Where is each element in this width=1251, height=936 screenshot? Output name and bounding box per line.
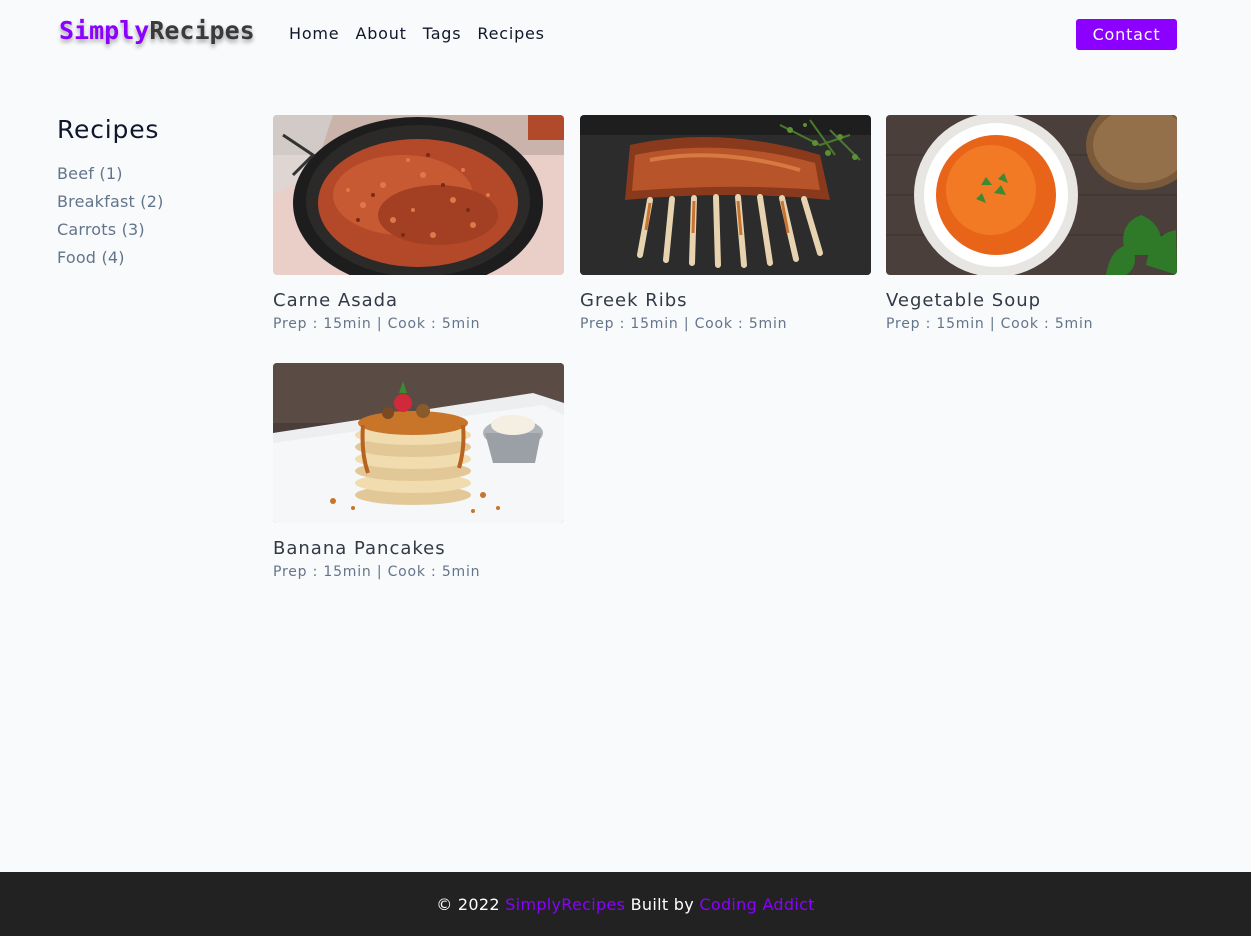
footer: © 2022 SimplyRecipes Built by Coding Add… bbox=[0, 872, 1251, 936]
page: SimplyRecipes Home About Tags Recipes Co… bbox=[0, 0, 1251, 936]
footer-built-by: Built by bbox=[625, 894, 700, 914]
logo-text-recipes: Recipes bbox=[149, 16, 255, 45]
recipe-image-banana-pancakes[interactable] bbox=[273, 363, 564, 523]
nav-link-about[interactable]: About bbox=[355, 24, 406, 43]
recipe-title: Banana Pancakes bbox=[273, 538, 446, 559]
contact-button[interactable]: Contact bbox=[1076, 19, 1177, 50]
recipe-title: Vegetable Soup bbox=[886, 290, 1042, 311]
recipe-time-info: Prep : 15min | Cook : 5min bbox=[273, 564, 481, 580]
recipe-card[interactable]: Greek Ribs Prep : 15min | Cook : 5min bbox=[580, 115, 871, 333]
recipe-title: Greek Ribs bbox=[580, 290, 688, 311]
recipe-card[interactable]: Carne Asada Prep : 15min | Cook : 5min bbox=[273, 115, 564, 333]
tomato-soup-bowl-photo bbox=[886, 115, 1177, 275]
nav-link-recipes[interactable]: Recipes bbox=[477, 24, 544, 43]
recipe-card[interactable]: Banana Pancakes Prep : 15min | Cook : 5m… bbox=[273, 363, 564, 581]
tag-link-food[interactable]: Food (4) bbox=[57, 244, 247, 272]
recipe-time-info: Prep : 15min | Cook : 5min bbox=[273, 316, 481, 332]
recipe-image-greek-ribs[interactable] bbox=[580, 115, 871, 275]
recipe-time-info: Prep : 15min | Cook : 5min bbox=[580, 316, 788, 332]
footer-brand-link[interactable]: SimplyRecipes bbox=[505, 895, 625, 914]
recipe-card[interactable]: Vegetable Soup Prep : 15min | Cook : 5mi… bbox=[886, 115, 1177, 333]
tag-link-breakfast[interactable]: Breakfast (2) bbox=[57, 188, 247, 216]
tags-sidebar: Recipes Beef (1) Breakfast (2) Carrots (… bbox=[57, 114, 247, 272]
fried-meat-pan-photo bbox=[273, 115, 564, 275]
grilled-ribs-photo bbox=[580, 115, 871, 275]
logo-text-simply: Simply bbox=[59, 16, 150, 45]
footer-author-link[interactable]: Coding Addict bbox=[699, 895, 814, 914]
recipe-time-info: Prep : 15min | Cook : 5min bbox=[886, 316, 1094, 332]
nav-links: Home About Tags Recipes bbox=[289, 24, 545, 43]
pancake-stack-photo bbox=[273, 363, 564, 523]
nav-link-tags[interactable]: Tags bbox=[423, 24, 462, 43]
recipe-image-carne-asada[interactable] bbox=[273, 115, 564, 275]
recipe-image-vegetable-soup[interactable] bbox=[886, 115, 1177, 275]
navbar: SimplyRecipes Home About Tags Recipes Co… bbox=[0, 0, 1251, 70]
tag-link-carrots[interactable]: Carrots (3) bbox=[57, 216, 247, 244]
site-logo[interactable]: SimplyRecipes bbox=[59, 16, 255, 45]
tag-link-beef[interactable]: Beef (1) bbox=[57, 160, 247, 188]
recipe-title: Carne Asada bbox=[273, 290, 399, 311]
nav-link-home[interactable]: Home bbox=[289, 24, 339, 43]
footer-copyright: © 2022 bbox=[436, 894, 506, 914]
sidebar-title: Recipes bbox=[57, 115, 160, 144]
